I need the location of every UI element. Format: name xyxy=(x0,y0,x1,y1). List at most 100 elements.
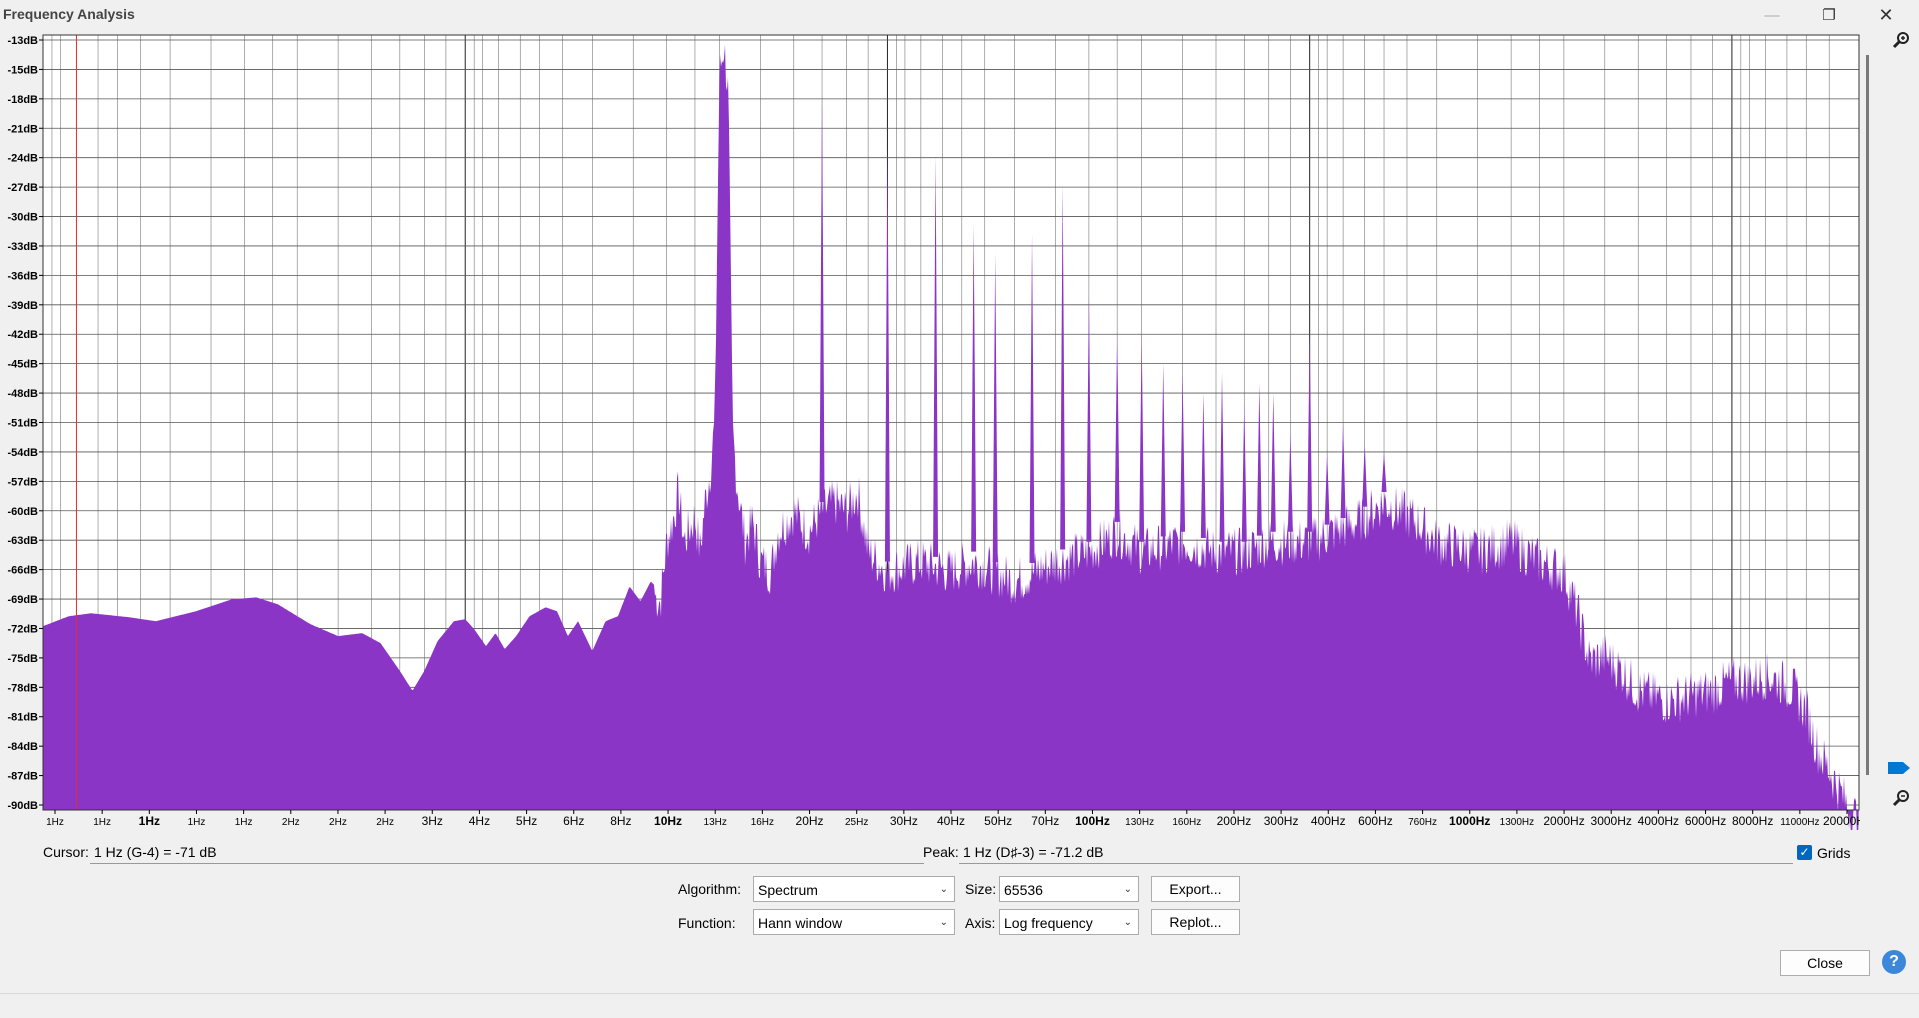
y-tick-label: -24dB xyxy=(7,153,38,165)
chevron-down-icon: ⌄ xyxy=(1123,884,1132,895)
close-window-button[interactable]: ✕ xyxy=(1863,0,1909,30)
x-tick-label: 1Hz xyxy=(188,817,206,828)
x-tick-label: 1Hz xyxy=(235,817,253,828)
y-tick-label: -69dB xyxy=(7,594,38,606)
x-tick-label: 4000Hz xyxy=(1638,814,1679,828)
x-tick-label: 600Hz xyxy=(1358,814,1393,828)
x-tick-label: 25Hz xyxy=(845,817,868,828)
axis-label: Axis: xyxy=(965,915,996,931)
restore-button[interactable]: ❐ xyxy=(1806,0,1852,30)
algorithm-select[interactable]: Spectrum ⌄ xyxy=(753,876,955,902)
y-tick-label: -84dB xyxy=(7,741,38,753)
title-bar: Frequency Analysis — ❐ ✕ xyxy=(0,0,1919,30)
x-tick-label: 8Hz xyxy=(610,814,631,828)
y-tick-label: -42dB xyxy=(7,329,38,341)
cursor-label: Cursor: xyxy=(43,844,89,860)
axis-select[interactable]: Log frequency ⌄ xyxy=(999,909,1139,935)
x-tick-label: 1Hz xyxy=(93,817,111,828)
y-tick-label: -78dB xyxy=(7,682,38,694)
x-tick-label: 20Hz xyxy=(796,814,824,828)
y-tick-label: -45dB xyxy=(7,359,38,371)
peak-value: 1 Hz (D♯-3) = -71.2 dB xyxy=(959,842,1793,864)
chevron-down-icon: ⌄ xyxy=(939,884,948,895)
x-tick-label: 5Hz xyxy=(516,814,537,828)
y-tick-label: -66dB xyxy=(7,565,38,577)
window-title: Frequency Analysis xyxy=(3,6,135,22)
x-tick-label: 1000Hz xyxy=(1449,814,1490,828)
x-tick-label: 11000Hz xyxy=(1780,817,1819,828)
y-tick-label: -27dB xyxy=(7,182,38,194)
y-tick-label: -90dB xyxy=(7,800,38,812)
x-tick-label: 2Hz xyxy=(329,817,347,828)
x-tick-label: 1Hz xyxy=(139,814,160,828)
zoom-slider-thumb[interactable] xyxy=(1888,761,1910,775)
x-tick-label: 4Hz xyxy=(469,814,490,828)
spectrum-plot[interactable]: -13dB -15dB -18dB -21dB -24dB -27dB -30dB -33dB… xyxy=(0,30,1860,830)
axis-value: Log frequency xyxy=(1004,915,1093,931)
chevron-down-icon: ⌄ xyxy=(939,917,948,928)
export-button[interactable]: Export... xyxy=(1151,876,1240,902)
x-tick-label: 13Hz xyxy=(704,817,727,828)
y-tick-label: -13dB xyxy=(7,35,38,47)
x-tick-label: 2Hz xyxy=(282,817,300,828)
x-axis-ticks: 1Hz 1Hz 1Hz 1Hz 1Hz 2Hz 2Hz 2Hz 3Hz 4Hz 5Hz 6Hz 8Hz 1… xyxy=(46,810,1860,828)
peak-label: Peak: xyxy=(923,844,959,860)
x-tick-label: 100Hz xyxy=(1075,814,1110,828)
status-divider xyxy=(0,993,1919,994)
y-tick-label: -60dB xyxy=(7,506,38,518)
zoom-slider-track[interactable] xyxy=(1866,55,1869,775)
checkmark-icon: ✓ xyxy=(1799,845,1810,859)
algorithm-label: Algorithm: xyxy=(678,881,742,897)
x-tick-label: 400Hz xyxy=(1311,814,1346,828)
y-tick-label: -63dB xyxy=(7,535,38,547)
y-tick-label: -30dB xyxy=(7,212,38,224)
help-button[interactable]: ? xyxy=(1882,950,1906,974)
function-value: Hann window xyxy=(758,915,843,931)
size-value: 65536 xyxy=(1004,882,1043,898)
zoom-out-icon[interactable] xyxy=(1890,788,1912,810)
y-tick-label: -57dB xyxy=(7,476,38,488)
x-tick-label: 130Hz xyxy=(1125,817,1154,828)
x-tick-label: 70Hz xyxy=(1031,814,1059,828)
x-tick-label: 8000Hz xyxy=(1732,814,1773,828)
minimize-icon: — xyxy=(1764,6,1780,24)
function-label: Function: xyxy=(678,915,736,931)
x-tick-label: 760Hz xyxy=(1408,817,1437,828)
x-tick-label: 1300Hz xyxy=(1500,817,1534,828)
y-tick-label: -33dB xyxy=(7,241,38,253)
x-tick-label: 3000Hz xyxy=(1591,814,1632,828)
x-tick-label: 30Hz xyxy=(890,814,918,828)
x-tick-label: 40Hz xyxy=(937,814,965,828)
x-tick-label: 160Hz xyxy=(1172,817,1201,828)
x-tick-label: 3Hz xyxy=(422,814,443,828)
y-axis-ticks: -13dB -15dB -18dB -21dB -24dB -27dB -30dB -33dB… xyxy=(7,35,43,812)
grids-checkbox[interactable]: ✓ xyxy=(1797,845,1812,860)
minimize-button[interactable]: — xyxy=(1749,0,1795,30)
function-select[interactable]: Hann window ⌄ xyxy=(753,909,955,935)
y-tick-label: -48dB xyxy=(7,388,38,400)
y-tick-label: -87dB xyxy=(7,771,38,783)
close-button[interactable]: Close xyxy=(1780,950,1870,976)
x-tick-label: 6000Hz xyxy=(1685,814,1726,828)
x-tick-label: 200Hz xyxy=(1217,814,1252,828)
y-tick-label: -51dB xyxy=(7,418,38,430)
x-tick-label: 50Hz xyxy=(984,814,1012,828)
size-label: Size: xyxy=(965,881,997,897)
cursor-value: 1 Hz (G-4) = -71 dB xyxy=(90,842,924,864)
zoom-in-icon[interactable] xyxy=(1890,30,1912,52)
close-icon: ✕ xyxy=(1878,4,1894,25)
y-tick-label: -36dB xyxy=(7,270,38,282)
x-tick-label: 2000Hz xyxy=(1543,814,1584,828)
y-tick-label: -18dB xyxy=(7,94,38,106)
x-tick-label: 2Hz xyxy=(376,817,394,828)
y-tick-label: -21dB xyxy=(7,123,38,135)
x-tick-label: 20000Hz xyxy=(1823,814,1860,828)
y-tick-label: -75dB xyxy=(7,653,38,665)
algorithm-value: Spectrum xyxy=(758,882,818,898)
x-tick-label: 6Hz xyxy=(563,814,584,828)
x-tick-label: 300Hz xyxy=(1264,814,1299,828)
replot-button[interactable]: Replot... xyxy=(1151,909,1240,935)
size-select[interactable]: 65536 ⌄ xyxy=(999,876,1139,902)
grids-label: Grids xyxy=(1817,845,1851,861)
chevron-down-icon: ⌄ xyxy=(1123,917,1132,928)
